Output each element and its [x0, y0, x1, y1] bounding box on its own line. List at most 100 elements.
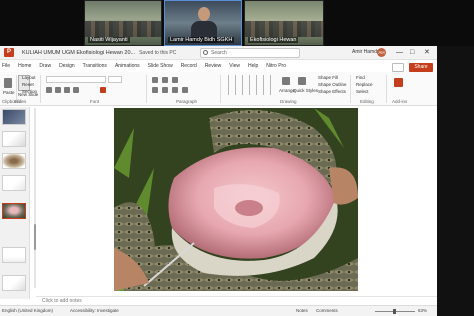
search-input[interactable]: Search: [200, 48, 300, 58]
participant-name: Lamir Hamdy Bidh SGKH: [168, 37, 235, 43]
underline-icon[interactable]: [64, 87, 70, 93]
divider: [146, 75, 147, 103]
quick-styles-icon[interactable]: [298, 77, 306, 85]
shapes-gallery[interactable]: [224, 75, 274, 95]
font-group-label: Font: [90, 99, 100, 104]
reset-button[interactable]: Reset: [22, 82, 34, 87]
status-bar: English (United Kingdom) Accessibility: …: [0, 305, 437, 316]
tab-design[interactable]: Design: [59, 63, 75, 69]
section-button[interactable]: Section: [22, 89, 37, 94]
tab-file[interactable]: File: [2, 63, 10, 69]
video-tile[interactable]: Ekofisiologi Hewan: [244, 0, 324, 46]
tab-record[interactable]: Record: [181, 63, 197, 69]
powerpoint-logo-icon: P: [4, 48, 14, 57]
slide-thumbnail-active[interactable]: [2, 203, 26, 219]
tab-animations[interactable]: Animations: [115, 63, 140, 69]
powerpoint-window: P KULIAH UMUM UGM Ekofisiologi Hewan 20.…: [0, 46, 437, 316]
replace-button[interactable]: Replace: [356, 82, 373, 87]
slide-thumbnails-pane: [0, 107, 30, 299]
minimize-button[interactable]: —: [396, 48, 403, 57]
font-size-dropdown[interactable]: [108, 76, 122, 83]
slide-thumbnail[interactable]: [2, 109, 26, 125]
video-strip: Nasiti Wijayanti Lamir Hamdy Bidh SGKH E…: [0, 0, 474, 46]
tab-draw[interactable]: Draw: [39, 63, 51, 69]
video-tile-active-speaker[interactable]: Lamir Hamdy Bidh SGKH: [164, 0, 242, 46]
justify-icon[interactable]: [182, 87, 188, 93]
font-name-dropdown[interactable]: [46, 76, 106, 83]
find-button[interactable]: Find: [356, 75, 365, 80]
slide-thumbnail[interactable]: [2, 275, 26, 291]
search-icon: [203, 50, 208, 55]
tab-help[interactable]: Help: [248, 63, 258, 69]
zoom-slider-handle[interactable]: [393, 309, 396, 314]
slides-group-label: Slides: [14, 99, 27, 104]
user-name[interactable]: Amir Hamdy: [352, 49, 380, 55]
video-feed: [85, 21, 161, 37]
slide-thumbnail[interactable]: [2, 131, 26, 147]
accessibility-status[interactable]: Accessibility: Investigate: [70, 308, 119, 313]
align-right-icon[interactable]: [172, 87, 178, 93]
select-button[interactable]: Select: [356, 89, 369, 94]
close-button[interactable]: ✕: [424, 48, 430, 57]
tab-nitro-pro[interactable]: Nitro Pro: [266, 63, 286, 69]
notes-placeholder: Click to add notes: [42, 298, 82, 304]
divider: [220, 75, 221, 103]
shape-fill-button[interactable]: Shape Fill: [318, 75, 338, 80]
video-feed: [245, 21, 323, 37]
ribbon: Paste Clipboard New Slide Layout Reset S…: [0, 72, 437, 106]
snake-mouth-photo: [114, 108, 358, 291]
search-placeholder: Search: [211, 50, 227, 56]
strikethrough-icon[interactable]: [73, 87, 79, 93]
share-button[interactable]: Share: [409, 63, 433, 72]
font-color-icon[interactable]: [100, 87, 106, 93]
drawing-group-label: Drawing: [280, 99, 297, 104]
maximize-button[interactable]: □: [410, 48, 414, 57]
quick-styles-button[interactable]: Quick Styles: [293, 88, 318, 93]
notes-pane[interactable]: Click to add notes: [36, 296, 437, 305]
slide-thumbnail[interactable]: [2, 153, 26, 169]
participant-name: Ekofisiologi Hewan: [248, 37, 299, 43]
slide-thumbnail[interactable]: [2, 175, 26, 191]
align-left-icon[interactable]: [152, 87, 158, 93]
divider: [386, 75, 387, 103]
avatar[interactable]: AH: [377, 48, 386, 57]
italic-icon[interactable]: [55, 87, 61, 93]
add-ins-icon[interactable]: [394, 78, 403, 87]
title-bar: P KULIAH UMUM UGM Ekofisiologi Hewan 20.…: [0, 46, 437, 60]
zoom-level[interactable]: 63%: [418, 308, 427, 313]
slide-thumbnail[interactable]: [2, 247, 26, 263]
tab-transitions[interactable]: Transitions: [83, 63, 107, 69]
tab-home[interactable]: Home: [18, 63, 31, 69]
comments-button[interactable]: [392, 63, 404, 72]
desktop-background: [437, 46, 474, 316]
file-title: KULIAH UMUM UGM Ekofisiologi Hewan 20...: [22, 49, 136, 56]
bold-icon[interactable]: [46, 87, 52, 93]
language-status[interactable]: English (United Kingdom): [2, 308, 53, 313]
tab-view[interactable]: View: [229, 63, 240, 69]
notes-toggle[interactable]: Notes: [296, 308, 308, 313]
divider: [350, 75, 351, 103]
shape-outline-button[interactable]: Shape Outline: [318, 82, 347, 87]
tab-slide-show[interactable]: Slide Show: [148, 63, 173, 69]
participant-name: Nasiti Wijayanti: [88, 37, 130, 43]
numbering-icon[interactable]: [162, 77, 168, 83]
ribbon-tabs: File Home Draw Design Transitions Animat…: [0, 61, 437, 71]
comments-toggle[interactable]: Comments: [316, 308, 338, 313]
arrange-icon[interactable]: [282, 77, 290, 85]
glottis: [235, 200, 263, 216]
paragraph-group-label: Paragraph: [176, 99, 198, 104]
paste-icon[interactable]: [4, 78, 12, 88]
shape-effects-button[interactable]: Shape Effects: [318, 89, 346, 94]
indent-icon[interactable]: [172, 77, 178, 83]
add-ins-group-label: Add-ins: [392, 99, 408, 104]
align-center-icon[interactable]: [162, 87, 168, 93]
save-status[interactable]: Saved to this PC: [139, 50, 176, 56]
video-tile[interactable]: Nasiti Wijayanti: [84, 0, 162, 46]
tab-review[interactable]: Review: [205, 63, 221, 69]
editing-group-label: Editing: [360, 99, 374, 104]
divider: [40, 75, 41, 103]
bullets-icon[interactable]: [152, 77, 158, 83]
paste-label: Paste: [3, 90, 15, 95]
slide-canvas[interactable]: [114, 108, 358, 291]
layout-button[interactable]: Layout: [22, 75, 36, 80]
